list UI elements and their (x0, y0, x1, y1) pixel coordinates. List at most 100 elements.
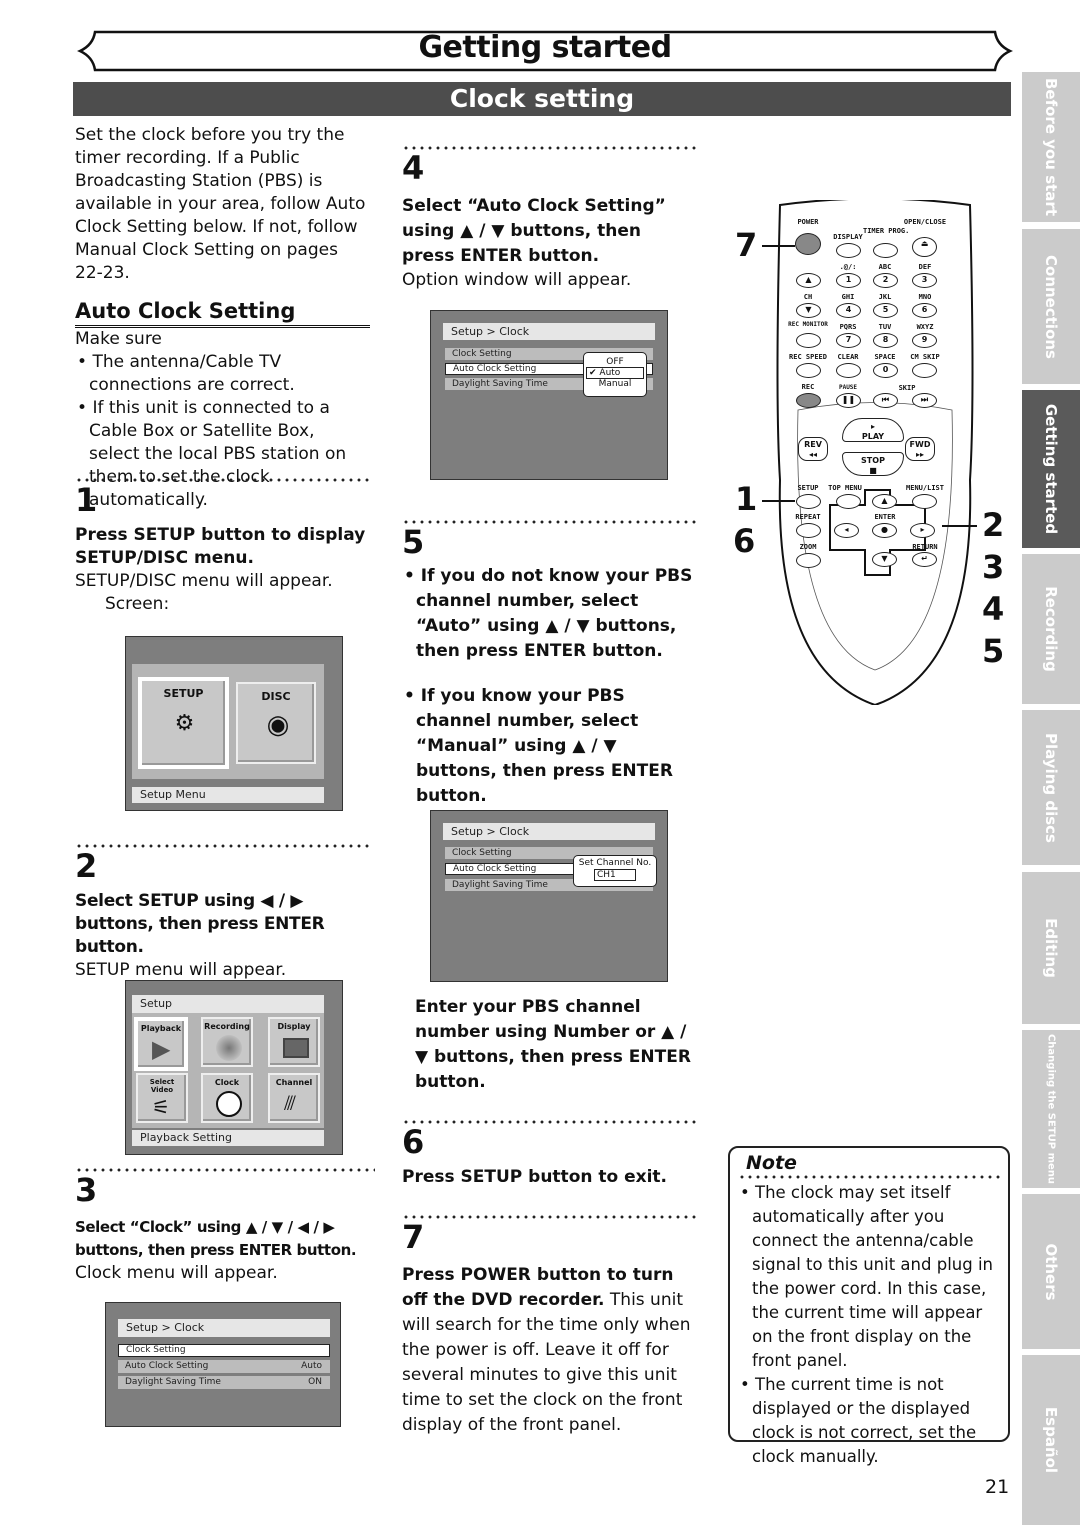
step-6: 6 Press SETUP button to exit. (402, 1120, 697, 1189)
step-3: 3 Select “Clock” using ▲ / ▼ / ◀ / ▶ but… (75, 1168, 375, 1285)
record-icon (216, 1035, 242, 1061)
ch-up-button[interactable]: ▲ (796, 273, 821, 288)
step-instruction: Press SETUP button to exit. (402, 1167, 668, 1187)
step-instruction: Select “Auto Clock Setting” using ▲ / ▼ … (402, 196, 666, 266)
disc-tile[interactable]: DISC ◉ (236, 682, 316, 764)
rev-button[interactable]: REV ◂◂ (798, 437, 828, 461)
channel-input[interactable]: CH1 (594, 869, 636, 881)
up-button[interactable]: ▲ (872, 494, 897, 509)
zoom-button[interactable] (796, 553, 821, 568)
key-2[interactable]: 2 (873, 273, 898, 288)
option-off[interactable]: OFF (584, 357, 646, 367)
down-button[interactable]: ▼ (872, 552, 897, 567)
callout-line (762, 500, 795, 502)
key-7[interactable]: 7 (836, 333, 861, 348)
screen-label: Screen: (105, 594, 170, 614)
power-button[interactable] (795, 233, 821, 255)
option-popup: OFF ✔ Auto Manual (583, 352, 647, 397)
ch-down-button[interactable]: ▼ (796, 303, 821, 318)
cm-skip-button[interactable] (912, 363, 937, 378)
key-0[interactable]: 0 (873, 363, 898, 378)
timer-prog-button[interactable] (873, 243, 898, 258)
pause-button[interactable]: ❚❚ (836, 393, 861, 408)
left-button[interactable]: ◂ (834, 523, 859, 538)
key-6[interactable]: 6 (912, 303, 937, 318)
dst-row[interactable]: Daylight Saving Time ON (118, 1376, 330, 1389)
clock-screen: Setup > Clock Clock Setting Auto Clock S… (105, 1302, 341, 1427)
channel-tile[interactable]: Channel ⫻ (268, 1073, 320, 1123)
display-icon (283, 1038, 309, 1058)
step-2: 2 Select SETUP using ◀ / ▶ buttons, then… (75, 844, 370, 982)
clock-tile[interactable]: Clock (201, 1073, 253, 1123)
left-column: Set the clock before you try the timer r… (75, 124, 370, 512)
status-bar: Playback Setting (132, 1130, 324, 1146)
skip-forward-button[interactable]: ⏭ (912, 393, 937, 408)
key-1[interactable]: 1 (836, 273, 861, 288)
display-button[interactable] (836, 243, 861, 258)
antenna-icon: ⫻ (284, 1091, 296, 1115)
key-3[interactable]: 3 (912, 273, 937, 288)
play-button[interactable]: ▸ PLAY (842, 418, 904, 442)
step-number: 4 (402, 149, 425, 187)
select-video-tile[interactable]: Select Video ⚟ (136, 1073, 188, 1123)
clear-button[interactable] (836, 363, 861, 378)
tab-getting-started[interactable]: Getting started (1022, 390, 1080, 548)
clock-setting-row[interactable]: Clock Setting (118, 1344, 330, 1357)
chapter-banner: Getting started (77, 30, 1013, 72)
check-icon: ✔ (589, 368, 597, 378)
recording-tile[interactable]: Recording (201, 1017, 253, 1067)
key-4[interactable]: 4 (836, 303, 861, 318)
display-tile[interactable]: Display (268, 1017, 320, 1067)
setup-button[interactable] (796, 494, 821, 509)
rec-speed-button[interactable] (796, 363, 821, 378)
step-instruction: Select “Clock” using ▲ / ▼ / ◀ / ▶ butto… (75, 1218, 357, 1259)
tab-connections[interactable]: Connections (1022, 229, 1080, 384)
chapter-title: Getting started (418, 30, 672, 65)
tab-recording[interactable]: Recording (1022, 554, 1080, 704)
key-9[interactable]: 9 (912, 333, 937, 348)
callout-line (942, 525, 977, 527)
tab-before-you-start[interactable]: Before you start (1022, 72, 1080, 222)
return-button[interactable]: ↵ (912, 552, 937, 567)
step-result: Clock menu will appear. (75, 1263, 278, 1283)
tab-editing[interactable]: Editing (1022, 872, 1080, 1024)
key-8[interactable]: 8 (873, 333, 898, 348)
step-instruction: Press POWER button to turn off the DVD r… (402, 1265, 691, 1435)
clock-icon (216, 1091, 242, 1117)
tab-changing-setup-menu[interactable]: Changing the SETUP menu (1022, 1030, 1080, 1188)
remote-control-illustration: POWER DISPLAY TIMER PROG. OPEN/CLOSE ⏏ .… (770, 200, 980, 705)
screen-title: Setup > Clock (443, 323, 655, 340)
open-close-button[interactable]: ⏏ (912, 237, 937, 257)
step-1: 1 Press SETUP button to display SETUP/DI… (75, 478, 370, 616)
tab-playing-discs[interactable]: Playing discs (1022, 710, 1080, 865)
play-icon: ▶ (152, 1035, 171, 1063)
popup-title: Set Channel No. (578, 858, 652, 868)
option-manual[interactable]: Manual (584, 379, 646, 389)
channel-popup: Set Channel No. CH1 (573, 855, 657, 887)
note-title: Note (746, 1152, 797, 1174)
rec-monitor-button[interactable] (796, 333, 821, 348)
skip-back-button[interactable]: ⏮ (873, 393, 898, 408)
tab-espanol[interactable]: Español (1022, 1355, 1080, 1525)
enter-button[interactable]: ● (872, 523, 897, 538)
tab-others[interactable]: Others (1022, 1194, 1080, 1349)
note-item: • The current time is not displayed or t… (740, 1375, 977, 1466)
top-menu-button[interactable] (836, 494, 861, 509)
menu-list-button[interactable] (912, 494, 937, 509)
playback-tile[interactable]: Playback ▶ (134, 1017, 188, 1071)
key-5[interactable]: 5 (873, 303, 898, 318)
note-item: • The clock may set itself automatically… (740, 1183, 993, 1370)
step-number: 2 (75, 847, 98, 885)
stop-button[interactable]: STOP ■ (842, 452, 904, 476)
callout-step-5: 5 (982, 632, 1005, 670)
repeat-button[interactable] (796, 523, 821, 538)
option-auto[interactable]: ✔ Auto (586, 367, 644, 379)
fwd-button[interactable]: FWD ▸▸ (905, 437, 935, 461)
setup-tile[interactable]: SETUP ⚙ (138, 677, 229, 769)
step-option-auto: • If you do not know your PBS channel nu… (404, 566, 693, 661)
rec-button[interactable] (796, 393, 821, 408)
step-number: 6 (402, 1123, 425, 1161)
auto-clock-row[interactable]: Auto Clock Setting Auto (118, 1360, 330, 1373)
right-button[interactable]: ▸ (910, 523, 935, 538)
step-7: 7 Press POWER button to turn off the DVD… (402, 1215, 699, 1438)
